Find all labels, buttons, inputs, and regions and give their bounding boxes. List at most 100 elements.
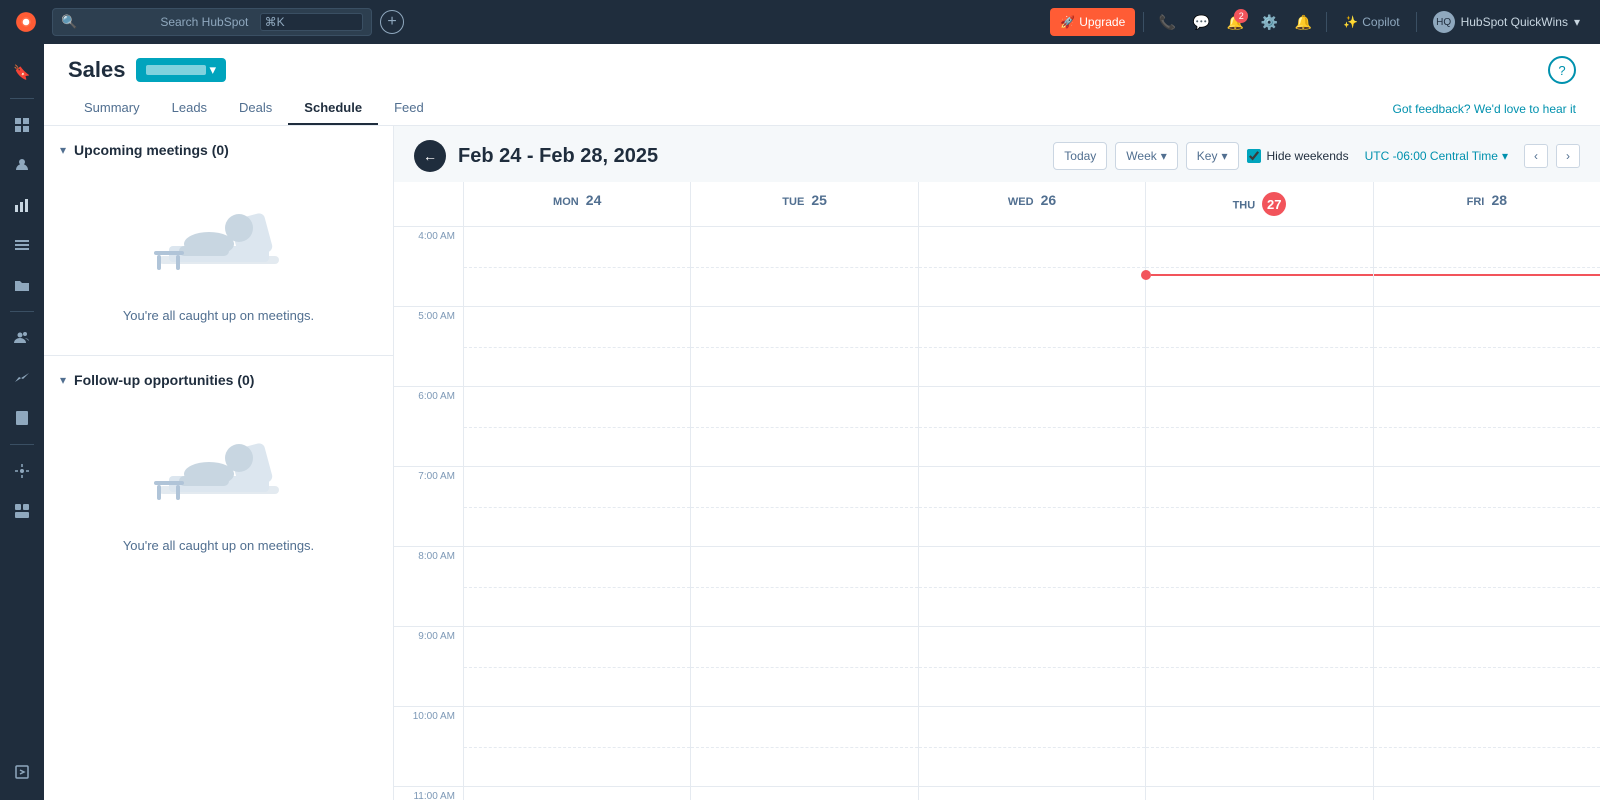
help-icon-btn[interactable]: ? <box>1548 56 1576 84</box>
half-hour-line <box>1146 667 1372 668</box>
hide-weekends-checkbox[interactable] <box>1247 149 1261 163</box>
sidebar-item-grid[interactable] <box>4 107 40 143</box>
left-sidebar: 🔖 <box>0 44 44 800</box>
day-header-wed: WED 26 <box>919 182 1146 226</box>
tab-schedule[interactable]: Schedule <box>288 92 378 125</box>
pipeline-chevron-icon: ▾ <box>210 62 217 78</box>
calendar-grid-wrapper[interactable]: MON 24 TUE 25 WED 26 THU <box>394 182 1600 800</box>
hour-row-tue-8 <box>691 547 917 627</box>
tab-feed[interactable]: Feed <box>378 92 440 125</box>
calendar-back-button[interactable]: ← <box>414 140 446 172</box>
hour-row-mon-4 <box>464 227 690 307</box>
sidebar-item-reports[interactable] <box>4 400 40 436</box>
sidebar-item-folder[interactable] <box>4 267 40 303</box>
timezone-chevron-icon: ▾ <box>1502 149 1508 163</box>
tab-summary[interactable]: Summary <box>68 92 156 125</box>
notification-badge: 2 <box>1234 9 1248 23</box>
current-time-line <box>1146 274 1372 276</box>
calendar-next-button[interactable]: › <box>1556 144 1580 168</box>
half-hour-line <box>464 347 690 348</box>
followup-header[interactable]: ▾ Follow-up opportunities (0) <box>60 372 377 388</box>
hour-row-fri-10 <box>1374 707 1600 787</box>
tab-deals[interactable]: Deals <box>223 92 288 125</box>
add-button[interactable]: + <box>380 10 404 34</box>
tab-leads[interactable]: Leads <box>156 92 223 125</box>
half-hour-line <box>1146 347 1372 348</box>
followup-illustration <box>139 416 299 526</box>
sidebar-item-contacts[interactable] <box>4 147 40 183</box>
main-content: Sales ▾ ? Summary Leads Deals Schedule F… <box>44 44 1600 800</box>
hide-weekends-row: Hide weekends <box>1247 149 1349 163</box>
sidebar-item-expand[interactable] <box>4 754 40 790</box>
current-time-line <box>1374 274 1600 276</box>
half-hour-line <box>691 667 917 668</box>
hour-row-tue-6 <box>691 387 917 467</box>
calendar-panel: ← Feb 24 - Feb 28, 2025 Today Week ▾ Key… <box>394 126 1600 800</box>
hour-row-thu-10 <box>1146 707 1372 787</box>
day-col-wed[interactable] <box>919 182 1146 800</box>
sidebar-divider-3 <box>10 444 34 445</box>
upcoming-meetings-illustration <box>139 186 299 296</box>
today-button[interactable]: Today <box>1053 142 1107 170</box>
half-hour-line <box>464 587 690 588</box>
user-avatar: HQ <box>1433 11 1455 33</box>
day-header-tue: TUE 25 <box>691 182 918 226</box>
hubspot-logo[interactable] <box>12 8 40 36</box>
calendar-grid: MON 24 TUE 25 WED 26 THU <box>394 182 1600 800</box>
sidebar-item-deals[interactable] <box>4 187 40 223</box>
sidebar-item-automation[interactable] <box>4 453 40 489</box>
chat-icon-btn[interactable]: 💬 <box>1186 7 1216 37</box>
sidebar-item-widget[interactable] <box>4 493 40 529</box>
day-col-tue[interactable] <box>691 182 918 800</box>
day-col-thu[interactable] <box>1146 182 1373 800</box>
time-slot-5: 5:00 AM <box>394 307 463 387</box>
bell-icon-btn[interactable]: 🔔 <box>1288 7 1318 37</box>
day-col-mon[interactable] <box>464 182 691 800</box>
search-bar[interactable]: 🔍 Search HubSpot ⌘K <box>52 8 372 36</box>
pipeline-selector[interactable]: ▾ <box>136 58 227 82</box>
day-col-fri[interactable] <box>1374 182 1600 800</box>
settings-icon-btn[interactable]: ⚙️ <box>1254 7 1284 37</box>
half-hour-line <box>464 667 690 668</box>
time-slot-8: 8:00 AM <box>394 547 463 627</box>
sidebar-item-people[interactable] <box>4 320 40 356</box>
half-hour-line <box>919 347 1145 348</box>
half-hour-line <box>1146 507 1372 508</box>
hour-row-thu-4 <box>1146 227 1372 307</box>
key-chevron-icon: ▾ <box>1221 149 1227 163</box>
hour-row-thu-9 <box>1146 627 1372 707</box>
hour-row-fri-6 <box>1374 387 1600 467</box>
half-hour-line <box>1374 587 1600 588</box>
day-header-mon: MON 24 <box>464 182 691 226</box>
half-hour-line <box>464 507 690 508</box>
phone-icon-btn[interactable]: 📞 <box>1152 7 1182 37</box>
hour-row-wed-10 <box>919 707 1145 787</box>
hour-row-mon-7 <box>464 467 690 547</box>
sidebar-item-analytics[interactable] <box>4 360 40 396</box>
user-name: HubSpot QuickWins <box>1461 15 1568 29</box>
week-button[interactable]: Week ▾ <box>1115 142 1178 170</box>
half-hour-line <box>1374 427 1600 428</box>
sidebar-item-bookmark[interactable]: 🔖 <box>4 54 40 90</box>
upcoming-meetings-chevron: ▾ <box>60 143 66 157</box>
calendar-days-header: MON 24 TUE 25 WED 26 THU <box>394 182 1600 227</box>
followup-section: ▾ Follow-up opportunities (0) <box>44 356 393 585</box>
hour-row-mon-9 <box>464 627 690 707</box>
notifications-icon-btn[interactable]: 🔔 2 <box>1220 7 1250 37</box>
user-menu[interactable]: HQ HubSpot QuickWins ▾ <box>1425 11 1588 33</box>
copilot-button[interactable]: ✨ Copilot <box>1335 15 1407 29</box>
upgrade-button[interactable]: 🚀 Upgrade <box>1050 8 1135 36</box>
half-hour-line <box>1146 747 1372 748</box>
timezone-button[interactable]: UTC -06:00 Central Time ▾ <box>1357 142 1516 170</box>
half-hour-line <box>919 427 1145 428</box>
sidebar-divider-2 <box>10 311 34 312</box>
current-time-bar <box>1151 274 1372 276</box>
calendar-prev-button[interactable]: ‹ <box>1524 144 1548 168</box>
day-header-thu: THU 27 <box>1146 182 1373 226</box>
hour-row-tue-10 <box>691 707 917 787</box>
key-button[interactable]: Key ▾ <box>1186 142 1239 170</box>
upcoming-meetings-header[interactable]: ▾ Upcoming meetings (0) <box>60 142 377 158</box>
sidebar-item-list[interactable] <box>4 227 40 263</box>
feedback-link[interactable]: Got feedback? We'd love to hear it <box>1392 94 1576 124</box>
time-slot-11: 11:00 AM <box>394 787 463 800</box>
